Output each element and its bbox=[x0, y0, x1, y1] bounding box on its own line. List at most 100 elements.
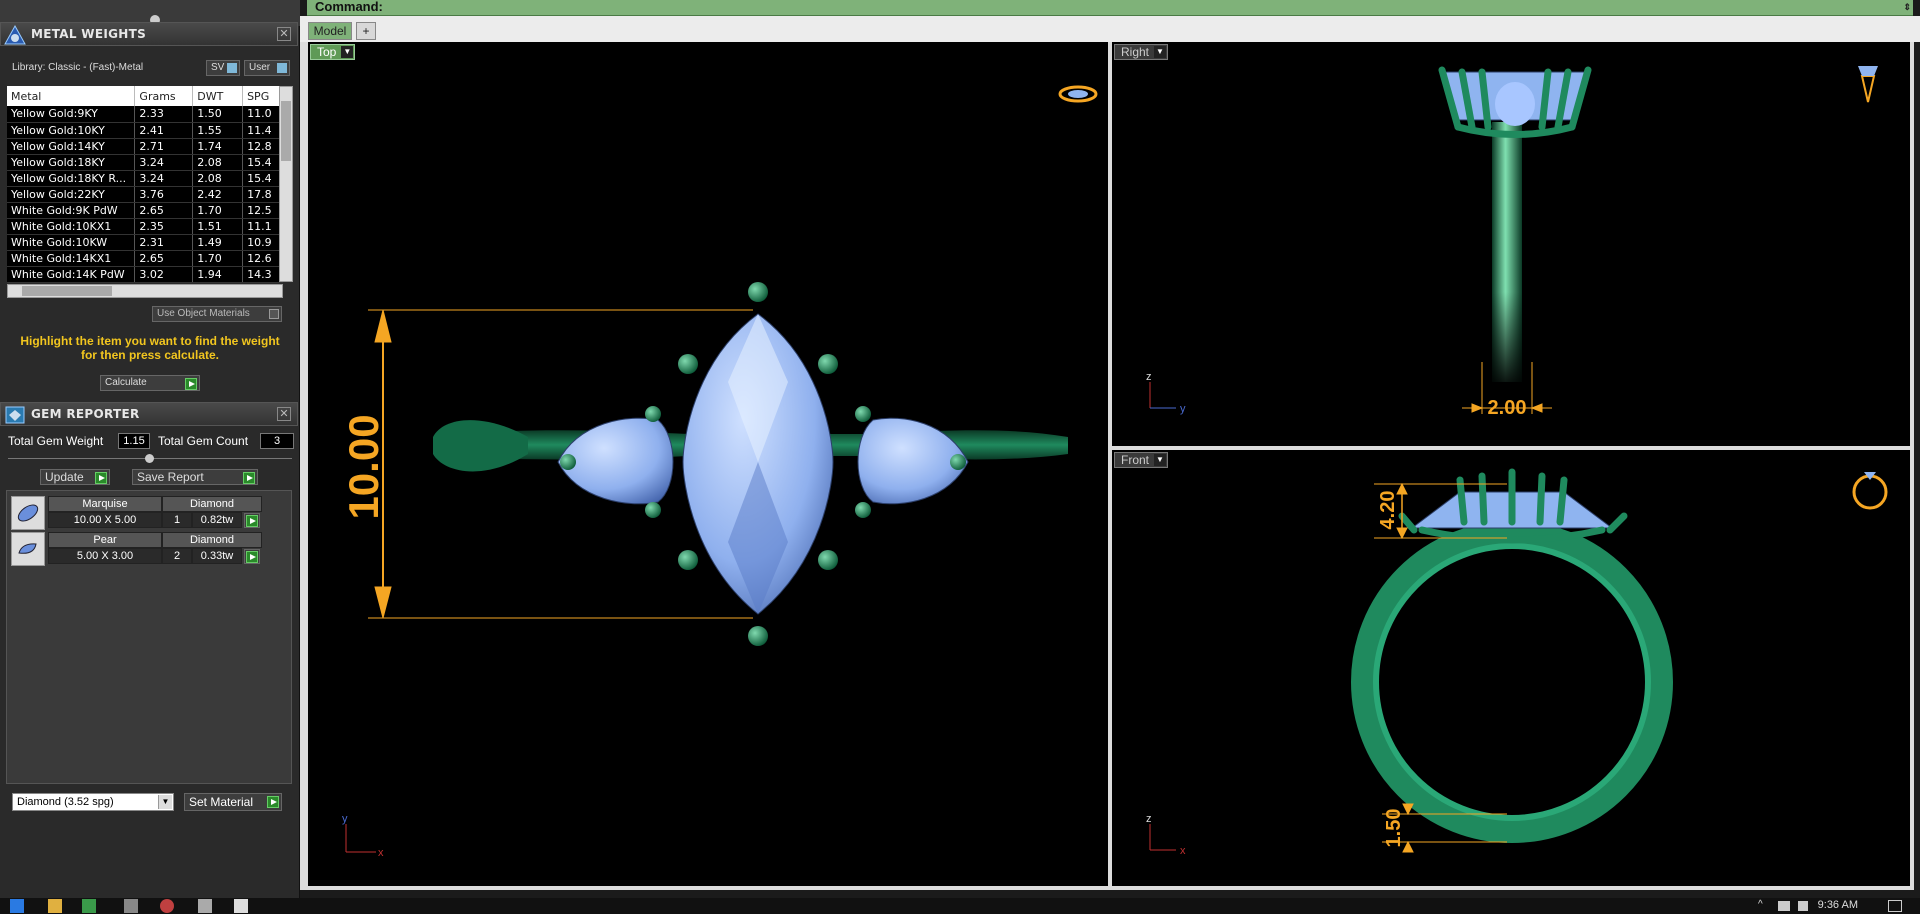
metal-weights-logo-icon bbox=[4, 24, 26, 45]
tray-up-chevron-icon[interactable]: ^ bbox=[1758, 899, 1770, 913]
total-gem-count-field: 3 bbox=[260, 433, 294, 449]
set-material-button[interactable]: Set Material bbox=[184, 793, 282, 811]
sv-toggle[interactable]: SV bbox=[206, 60, 240, 76]
start-windows-icon[interactable] bbox=[10, 899, 24, 913]
table-row[interactable]: Yellow Gold:10KY 2.41 1.55 11.4 bbox=[7, 122, 283, 139]
view-orientation-icon bbox=[1058, 85, 1098, 103]
gem-count: 1 bbox=[162, 512, 192, 528]
front-viewport[interactable]: Front ▼ 4.20 1.50 z x bbox=[1112, 450, 1910, 886]
play-arrow-icon bbox=[246, 515, 258, 527]
axis-z-label: z bbox=[1146, 813, 1152, 825]
table-cell: 1.74 bbox=[192, 138, 244, 155]
user-label: User bbox=[249, 62, 271, 73]
table-cell: 2.41 bbox=[134, 122, 194, 139]
top-viewport-label[interactable]: Top ▼ bbox=[310, 44, 356, 60]
scroll-thumb[interactable] bbox=[22, 286, 112, 296]
volume-icon[interactable] bbox=[1798, 901, 1808, 911]
table-row[interactable]: Yellow Gold:18KY 3.24 2.08 15.4 bbox=[7, 154, 283, 171]
close-icon[interactable]: ✕ bbox=[277, 27, 291, 41]
table-row[interactable]: Yellow Gold:14KY 2.71 1.74 12.8 bbox=[7, 138, 283, 155]
top-view-render: 10.00 y x bbox=[340, 85, 1098, 859]
table-row[interactable]: White Gold:14K PdW 3.02 1.94 14.3 bbox=[7, 266, 283, 283]
front-dimension-top-label: 4.20 bbox=[1377, 491, 1399, 530]
top-viewport[interactable]: Top ▼ 10.00 y x bbox=[308, 42, 1108, 886]
play-arrow-icon bbox=[95, 472, 107, 484]
update-button[interactable]: Update bbox=[40, 469, 110, 485]
save-report-label: Save Report bbox=[137, 470, 204, 484]
axis-y-label: y bbox=[342, 813, 348, 825]
material-select[interactable]: Diamond (3.52 spg) ▼ bbox=[12, 793, 174, 811]
user-toggle[interactable]: User bbox=[244, 60, 290, 76]
spreadsheet-app-icon[interactable] bbox=[82, 899, 96, 913]
network-icon[interactable] bbox=[1778, 901, 1790, 911]
table-cell: 2.08 bbox=[192, 170, 244, 187]
front-viewport-label[interactable]: Front ▼ bbox=[1114, 452, 1169, 468]
calculate-hint-text: Highlight the item you want to find the … bbox=[20, 334, 280, 362]
notifications-icon[interactable] bbox=[1888, 900, 1902, 912]
table-cell: 1.70 bbox=[192, 250, 244, 267]
scroll-thumb[interactable] bbox=[281, 101, 291, 161]
file-explorer-icon[interactable] bbox=[48, 899, 62, 913]
metal-table-vertical-scrollbar[interactable] bbox=[279, 86, 293, 282]
add-tab-button[interactable]: + bbox=[356, 22, 376, 40]
user-toggle-indicator-icon bbox=[277, 63, 287, 73]
right-viewport[interactable]: Right ▼ 2.00 z y bbox=[1112, 42, 1910, 446]
table-cell: 3.24 bbox=[134, 170, 194, 187]
table-cell: 2.42 bbox=[192, 186, 244, 203]
splitter-handle[interactable] bbox=[145, 454, 154, 463]
table-cell: Yellow Gold:9KY bbox=[7, 106, 136, 123]
table-cell: 1.94 bbox=[192, 266, 244, 283]
command-bar[interactable]: Command: ⇕ bbox=[307, 0, 1913, 16]
chevron-down-icon: ▼ bbox=[1154, 454, 1167, 466]
cad-app-icon[interactable] bbox=[160, 899, 174, 913]
table-cell: White Gold:10KX1 bbox=[7, 218, 136, 235]
save-report-button[interactable]: Save Report bbox=[132, 469, 258, 485]
table-cell: 2.33 bbox=[134, 106, 194, 123]
table-row[interactable]: Yellow Gold:22KY 3.76 2.42 17.8 bbox=[7, 186, 283, 203]
table-cell: White Gold:10KW bbox=[7, 234, 136, 251]
sv-label: SV bbox=[211, 62, 225, 73]
table-row[interactable]: Yellow Gold:9KY 2.33 1.50 11.0 bbox=[7, 106, 283, 123]
column-header[interactable]: SPG bbox=[242, 86, 283, 106]
tab-model[interactable]: Model bbox=[308, 22, 352, 40]
gem-row-pear[interactable]: Pear Diamond 5.00 X 3.00 2 0.33tw bbox=[11, 532, 269, 566]
table-row[interactable]: White Gold:10KW 2.31 1.49 10.9 bbox=[7, 234, 283, 251]
play-arrow-icon bbox=[243, 472, 255, 484]
close-icon[interactable]: ✕ bbox=[277, 407, 291, 421]
clock[interactable]: 9:36 AM bbox=[1818, 899, 1858, 911]
table-row[interactable]: Yellow Gold:18KY R... 3.24 2.08 15.4 bbox=[7, 170, 283, 187]
total-gem-weight-field: 1.15 bbox=[118, 433, 150, 449]
snipping-tool-icon[interactable] bbox=[198, 899, 212, 913]
table-cell: 11.0 bbox=[242, 106, 283, 123]
column-header[interactable]: Metal bbox=[7, 86, 136, 106]
gem-detail-button[interactable] bbox=[244, 513, 260, 528]
left-panel: METAL WEIGHTS ✕ Library: Classic - (Fast… bbox=[0, 0, 300, 898]
column-header[interactable]: Grams bbox=[134, 86, 194, 106]
gem-detail-button[interactable] bbox=[244, 549, 260, 564]
table-row[interactable]: White Gold:14KX1 2.65 1.70 12.6 bbox=[7, 250, 283, 267]
table-row[interactable]: White Gold:9K PdW 2.65 1.70 12.5 bbox=[7, 202, 283, 219]
table-cell: Yellow Gold:18KY bbox=[7, 154, 136, 171]
total-gem-count-label: Total Gem Count bbox=[158, 434, 249, 448]
gem-row-marquise[interactable]: Marquise Diamond 10.00 X 5.00 1 0.82tw bbox=[11, 496, 269, 530]
table-cell: 2.35 bbox=[134, 218, 194, 235]
use-object-materials-checkbox[interactable]: Use Object Materials bbox=[152, 306, 282, 322]
calculate-button[interactable]: Calculate bbox=[100, 375, 200, 391]
calculator-icon[interactable] bbox=[124, 899, 138, 913]
use-object-materials-label: Use Object Materials bbox=[157, 308, 250, 319]
table-cell: 3.24 bbox=[134, 154, 194, 171]
right-viewport-label[interactable]: Right ▼ bbox=[1114, 44, 1169, 60]
gem-count: 2 bbox=[162, 548, 192, 564]
play-arrow-icon bbox=[185, 378, 197, 390]
column-header[interactable]: DWT bbox=[192, 86, 244, 106]
command-scroll-icon[interactable]: ⇕ bbox=[1903, 0, 1911, 14]
table-cell: Yellow Gold:10KY bbox=[7, 122, 136, 139]
view-orientation-icon bbox=[1858, 66, 1878, 103]
table-cell: 2.65 bbox=[134, 250, 194, 267]
table-row[interactable]: White Gold:10KX1 2.35 1.51 11.1 bbox=[7, 218, 283, 235]
photos-icon[interactable] bbox=[234, 899, 248, 913]
metal-table-horizontal-scrollbar[interactable] bbox=[7, 284, 283, 298]
command-label: Command: bbox=[315, 0, 383, 14]
chevron-down-icon: ▼ bbox=[158, 795, 172, 809]
play-arrow-icon bbox=[246, 551, 258, 563]
